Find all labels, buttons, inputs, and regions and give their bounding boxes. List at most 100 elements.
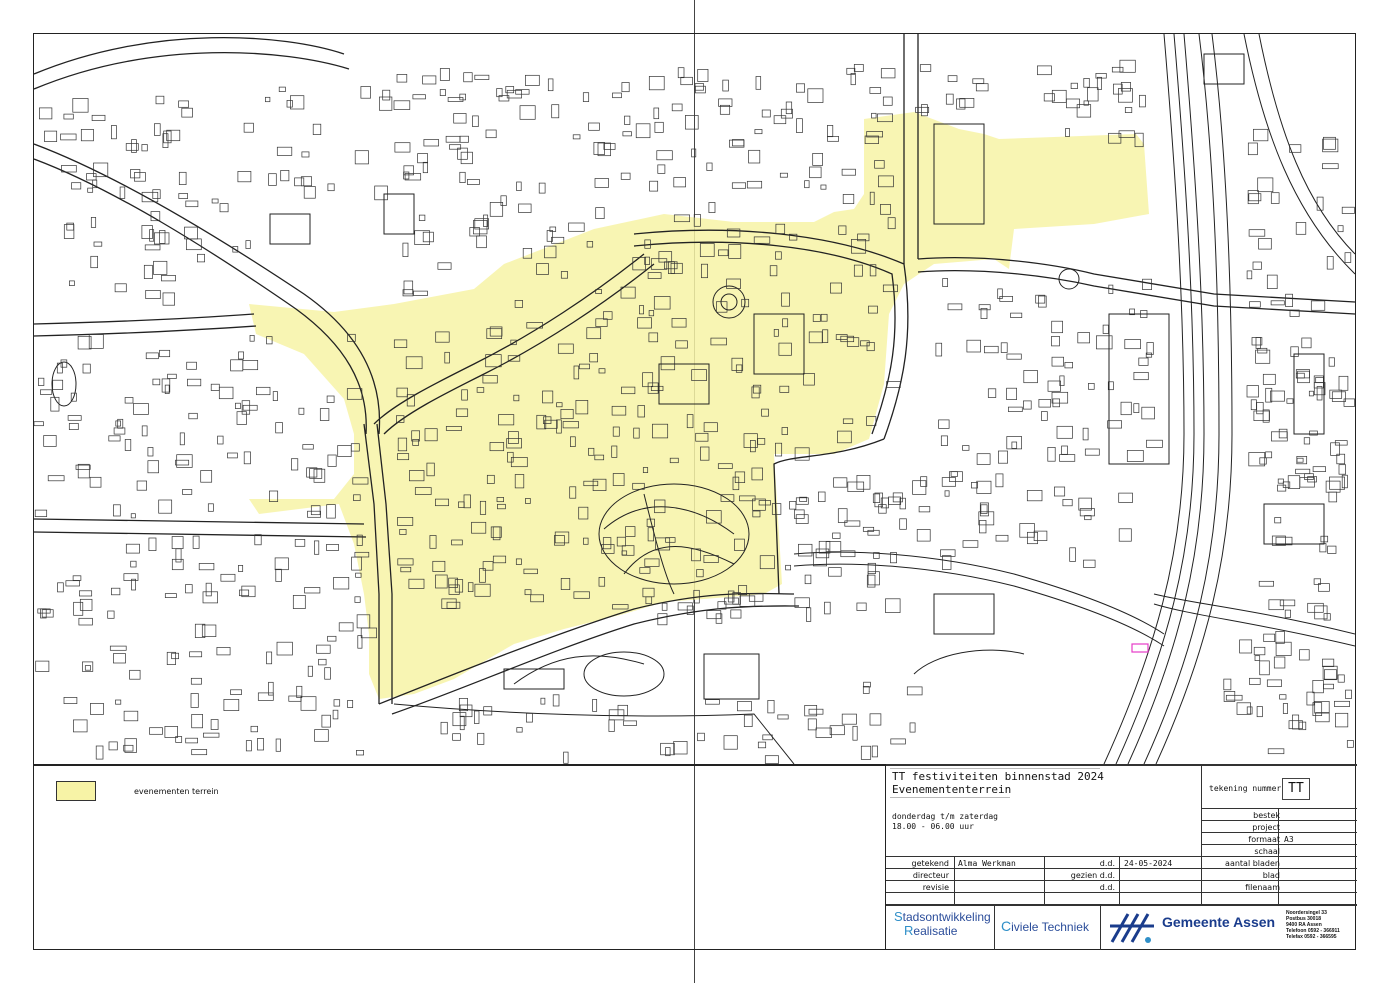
- building: [301, 151, 310, 158]
- building: [272, 391, 278, 401]
- building: [807, 718, 817, 731]
- drawing-number: TT: [1282, 778, 1310, 800]
- building: [314, 729, 329, 742]
- building: [288, 695, 302, 702]
- building: [1318, 583, 1330, 592]
- building: [796, 83, 805, 93]
- building: [34, 421, 44, 427]
- building: [108, 435, 121, 442]
- building: [124, 439, 132, 451]
- building: [200, 470, 213, 483]
- building: [1262, 373, 1276, 385]
- building: [417, 153, 428, 164]
- logo-band: Stadsontwikkeling Realisatie Civiele Tec…: [886, 904, 1357, 950]
- building: [1338, 464, 1346, 475]
- building: [1250, 399, 1257, 411]
- building: [976, 453, 991, 465]
- city-map-drawing: [34, 34, 1355, 764]
- building: [1275, 641, 1292, 656]
- building: [188, 412, 198, 420]
- project-title-line2: Evenemententerrein: [892, 783, 1012, 796]
- building: [841, 168, 856, 176]
- building: [1061, 445, 1068, 455]
- building: [743, 714, 753, 727]
- building: [82, 363, 91, 374]
- gemeente-assen-emblem-icon: [1110, 913, 1154, 943]
- building: [459, 715, 465, 731]
- building: [1303, 437, 1311, 445]
- building: [203, 732, 220, 738]
- field-formaat: formaat: [1248, 835, 1280, 844]
- building: [141, 225, 153, 239]
- building: [192, 535, 200, 549]
- building: [959, 98, 975, 108]
- building: [256, 386, 271, 396]
- building: [1295, 369, 1310, 379]
- building: [1008, 406, 1023, 412]
- drawing-number-label: tekening nummer: [1209, 784, 1282, 793]
- building: [1239, 639, 1253, 654]
- building: [1284, 609, 1291, 618]
- building: [842, 194, 855, 204]
- building: [181, 107, 193, 118]
- building: [685, 115, 699, 130]
- building: [827, 125, 834, 138]
- building: [812, 153, 823, 166]
- tb-row-line: [1201, 808, 1357, 809]
- building: [677, 67, 685, 79]
- building: [1010, 312, 1023, 318]
- building: [1266, 274, 1278, 289]
- building: [1253, 410, 1270, 421]
- building: [921, 104, 928, 117]
- building: [268, 173, 277, 186]
- building: [832, 532, 841, 539]
- building: [326, 395, 335, 403]
- building: [1255, 337, 1261, 349]
- building: [72, 98, 89, 113]
- building: [93, 241, 103, 247]
- building: [622, 131, 632, 137]
- building: [327, 454, 337, 467]
- building: [748, 149, 761, 164]
- building: [63, 224, 75, 239]
- building: [1270, 300, 1285, 306]
- building: [518, 203, 532, 213]
- building: [422, 231, 434, 243]
- building: [795, 514, 809, 524]
- building: [757, 741, 767, 749]
- building: [202, 591, 218, 604]
- building: [189, 651, 203, 658]
- building: [242, 360, 259, 371]
- building: [1328, 491, 1338, 503]
- schedule-days: donderdag t/m zaterdag: [892, 812, 998, 821]
- project-title: TT festiviteiten binnenstad 2024 Eveneme…: [892, 770, 1104, 796]
- building: [113, 427, 126, 435]
- building: [243, 451, 251, 465]
- building: [187, 378, 202, 387]
- building: [872, 493, 881, 503]
- building: [1138, 357, 1149, 366]
- building: [1249, 677, 1261, 685]
- building: [1253, 646, 1266, 656]
- ct-text: iviele Techniek: [1011, 920, 1089, 934]
- building: [1246, 706, 1253, 715]
- building: [239, 589, 250, 597]
- building: [236, 411, 247, 425]
- building: [1047, 380, 1061, 392]
- building: [731, 182, 746, 189]
- building: [1079, 508, 1095, 517]
- building: [649, 180, 659, 192]
- building: [1047, 447, 1056, 462]
- building: [1335, 712, 1349, 728]
- tb-row-line: [1201, 820, 1357, 821]
- building: [403, 171, 410, 180]
- building: [459, 135, 469, 143]
- building: [1312, 466, 1326, 472]
- revisie-date-label: d.d.: [1099, 883, 1115, 892]
- building: [617, 704, 628, 716]
- building: [1299, 649, 1310, 661]
- building: [159, 349, 171, 358]
- building: [653, 107, 660, 120]
- building: [219, 203, 229, 213]
- ct-initial: C: [1001, 918, 1012, 934]
